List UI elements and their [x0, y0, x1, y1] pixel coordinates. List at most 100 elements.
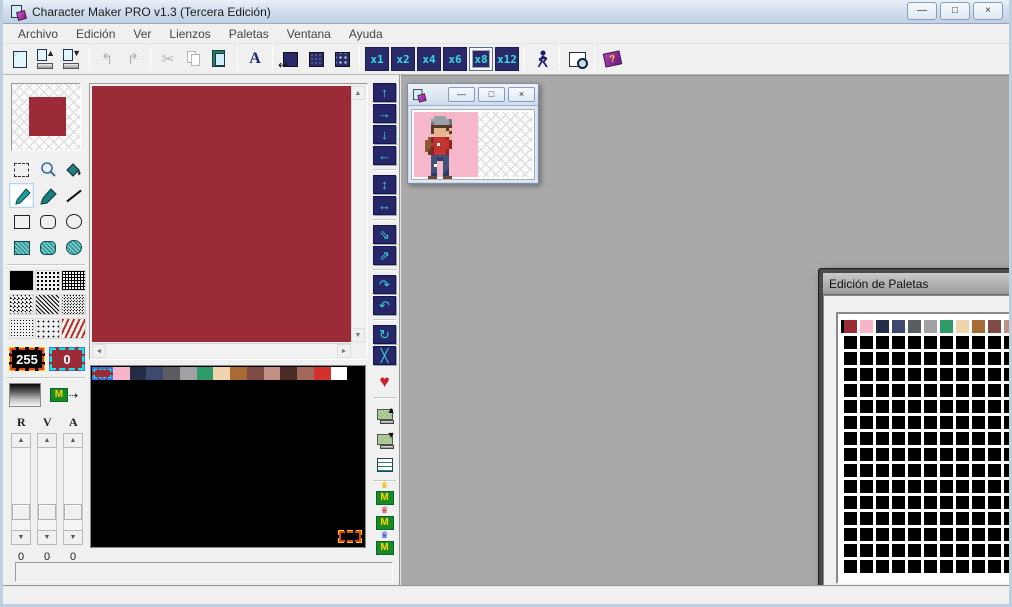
dialog-palette-cell-85[interactable] [924, 400, 937, 413]
dialog-palette-cell-42[interactable] [1004, 352, 1012, 365]
palette-end-marker[interactable] [338, 530, 362, 543]
dialog-palette-cell-243[interactable] [892, 560, 905, 573]
dialog-palette-cell-21[interactable] [924, 336, 937, 349]
zoom-x8-button[interactable]: x8 [469, 47, 493, 71]
dialog-palette-cell-129[interactable] [860, 448, 873, 461]
palette-color-13[interactable] [314, 367, 331, 380]
dialog-palette-cell-88[interactable] [972, 400, 985, 413]
slider-down-button[interactable]: ▼ [63, 530, 83, 545]
slider-track[interactable] [37, 448, 57, 530]
dialog-palette-cell-40[interactable] [972, 352, 985, 365]
dialog-palette-cell-103[interactable] [956, 416, 969, 429]
dialog-palette-cell-100[interactable] [908, 416, 921, 429]
dialog-palette-cell-154[interactable] [1004, 464, 1012, 477]
dialog-palette-cell-73[interactable] [988, 384, 1001, 397]
dialog-palette-cell-166[interactable] [940, 480, 953, 493]
diagonal-down-button[interactable]: ⇘ [373, 225, 396, 244]
dialog-palette-cell-160[interactable] [844, 480, 857, 493]
rotate-right-button[interactable]: ↷ [373, 275, 396, 294]
animate-button[interactable] [529, 46, 555, 72]
palette-color-12[interactable] [297, 367, 314, 380]
rotate-left-button[interactable]: ↶ [373, 296, 396, 315]
slider-up-button[interactable]: ▲ [63, 433, 83, 448]
title-bar[interactable]: Character Maker PRO v1.3 (Tercera Edició… [3, 0, 1009, 24]
palette-color-9[interactable] [247, 367, 264, 380]
dialog-palette-cell-6[interactable] [940, 320, 953, 333]
dialog-palette-cell-3[interactable] [892, 320, 905, 333]
shift-down-button[interactable]: ↓ [373, 125, 396, 144]
dialog-palette-cell-98[interactable] [876, 416, 889, 429]
dialog-palette-cell-57[interactable] [988, 368, 1001, 381]
transparent-area[interactable] [478, 112, 532, 177]
zoom-x4-button[interactable]: x4 [417, 47, 441, 71]
dialog-palette-cell-36[interactable] [908, 352, 921, 365]
dialog-palette-cell-168[interactable] [972, 480, 985, 493]
dialog-palette-cell-122[interactable] [1004, 432, 1012, 445]
redo-button[interactable]: ↱ [120, 46, 146, 72]
palette-color-0[interactable] [92, 367, 113, 380]
save-file-button[interactable]: ▼ [59, 46, 85, 72]
dialog-palette-cell-208[interactable] [844, 528, 857, 541]
dialog-palette-cell-240[interactable] [844, 560, 857, 573]
zoom-x12-button[interactable]: x12 [495, 47, 519, 71]
canvas-horizontal-scrollbar[interactable]: ◄ ► [92, 343, 351, 357]
dialog-palette-cell-74[interactable] [1004, 384, 1012, 397]
palette-color-1[interactable] [113, 367, 130, 380]
line-tool-button[interactable] [61, 183, 86, 208]
preview-window-button[interactable] [564, 46, 590, 72]
copy-button[interactable] [181, 46, 207, 72]
zoom-x2-button[interactable]: x2 [391, 47, 415, 71]
diagonal-up-button[interactable]: ⇗ [373, 246, 396, 265]
dialog-palette-cell-163[interactable] [892, 480, 905, 493]
canvas-vertical-scrollbar[interactable]: ▲ ▼ [351, 86, 365, 342]
dialog-palette-cell-86[interactable] [940, 400, 953, 413]
child-restore-button[interactable]: □ [478, 87, 505, 102]
dialog-palette-cell-115[interactable] [892, 432, 905, 445]
dialog-palette-cell-241[interactable] [860, 560, 873, 573]
dialog-palette-cell-104[interactable] [972, 416, 985, 429]
dialog-palette-cell-25[interactable] [988, 336, 1001, 349]
dialog-palette-cell-33[interactable] [860, 352, 873, 365]
dialog-palette-cell-225[interactable] [860, 544, 873, 557]
cut-button[interactable]: ✂ [155, 46, 181, 72]
dialog-palette-cell-137[interactable] [988, 448, 1001, 461]
dialog-palette-cell-232[interactable] [972, 544, 985, 557]
dialog-palette-cell-118[interactable] [940, 432, 953, 445]
undo-button[interactable]: ↰ [94, 46, 120, 72]
secondary-color-index[interactable]: 255 [9, 347, 45, 371]
dialog-palette-cell-71[interactable] [956, 384, 969, 397]
dialog-palette-cell-97[interactable] [860, 416, 873, 429]
dialog-palette-cell-177[interactable] [860, 496, 873, 509]
dialog-palette-cell-50[interactable] [876, 368, 889, 381]
dialog-palette-cell-185[interactable] [988, 496, 1001, 509]
dialog-palette-cell-5[interactable] [924, 320, 937, 333]
dialog-palette-cell-56[interactable] [972, 368, 985, 381]
menu-lienzos[interactable]: Lienzos [160, 25, 219, 43]
dialog-palette-cell-9[interactable] [988, 320, 1001, 333]
close-button[interactable]: × [973, 2, 1003, 20]
palette-save-button[interactable]: ▼ [373, 429, 396, 450]
dialog-palette-cell-169[interactable] [988, 480, 1001, 493]
primary-color-index[interactable]: 0 [49, 347, 85, 371]
menu-ayuda[interactable]: Ayuda [340, 25, 392, 43]
dialog-palette-cell-228[interactable] [908, 544, 921, 557]
dialog-palette-cell-150[interactable] [940, 464, 953, 477]
dialog-palette-cell-131[interactable] [892, 448, 905, 461]
slider-thumb[interactable] [38, 504, 56, 520]
grid-toggle-button[interactable] [329, 46, 355, 72]
menu-ventana[interactable]: Ventana [278, 25, 340, 43]
dialog-palette-cell-145[interactable] [860, 464, 873, 477]
dialog-palette-cell-67[interactable] [892, 384, 905, 397]
dialog-palette-cell-48[interactable] [844, 368, 857, 381]
slider-track[interactable] [11, 448, 31, 530]
palette-color-7[interactable] [213, 367, 230, 380]
minimize-button[interactable]: — [907, 2, 937, 20]
dialog-palette-cell-90[interactable] [1004, 400, 1012, 413]
dialog-palette-cell-52[interactable] [908, 368, 921, 381]
menu-paletas[interactable]: Paletas [220, 25, 278, 43]
pattern-grid-fine[interactable] [61, 270, 86, 291]
dialog-palette-cell-26[interactable] [1004, 336, 1012, 349]
dialog-palette-cell-196[interactable] [908, 512, 921, 525]
drawing-canvas[interactable] [92, 86, 351, 342]
palette-color-3[interactable] [146, 367, 163, 380]
